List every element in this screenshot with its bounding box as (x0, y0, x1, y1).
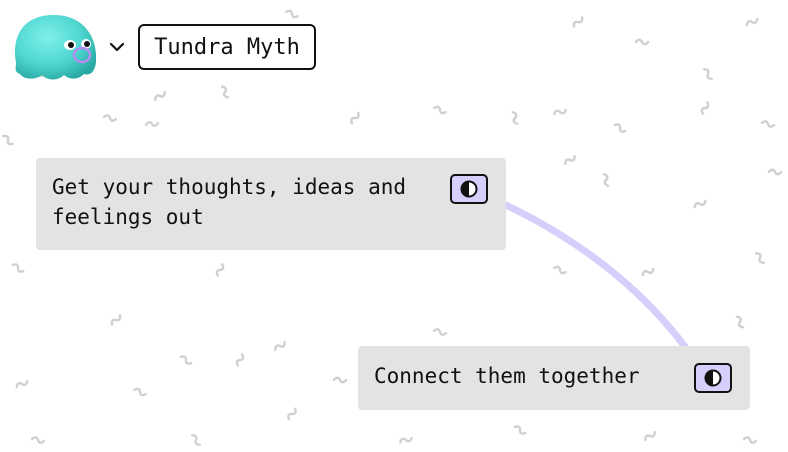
contrast-toggle-button[interactable] (694, 363, 732, 393)
thought-card-text[interactable]: Get your thoughts, ideas and feelings ou… (52, 172, 432, 232)
thought-card[interactable]: Get your thoughts, ideas and feelings ou… (36, 158, 506, 250)
contrast-icon (704, 369, 722, 387)
avatar[interactable] (8, 10, 104, 86)
thought-card[interactable]: Connect them together (358, 346, 750, 410)
workspace-name-label: Tundra Myth (154, 34, 300, 60)
blob-creature-avatar-icon (15, 14, 97, 80)
thought-card-text[interactable]: Connect them together (374, 361, 674, 391)
contrast-toggle-button[interactable] (450, 174, 488, 204)
workspace-name-button[interactable]: Tundra Myth (138, 24, 316, 70)
chevron-down-icon[interactable] (108, 40, 126, 54)
contrast-icon (460, 180, 478, 198)
